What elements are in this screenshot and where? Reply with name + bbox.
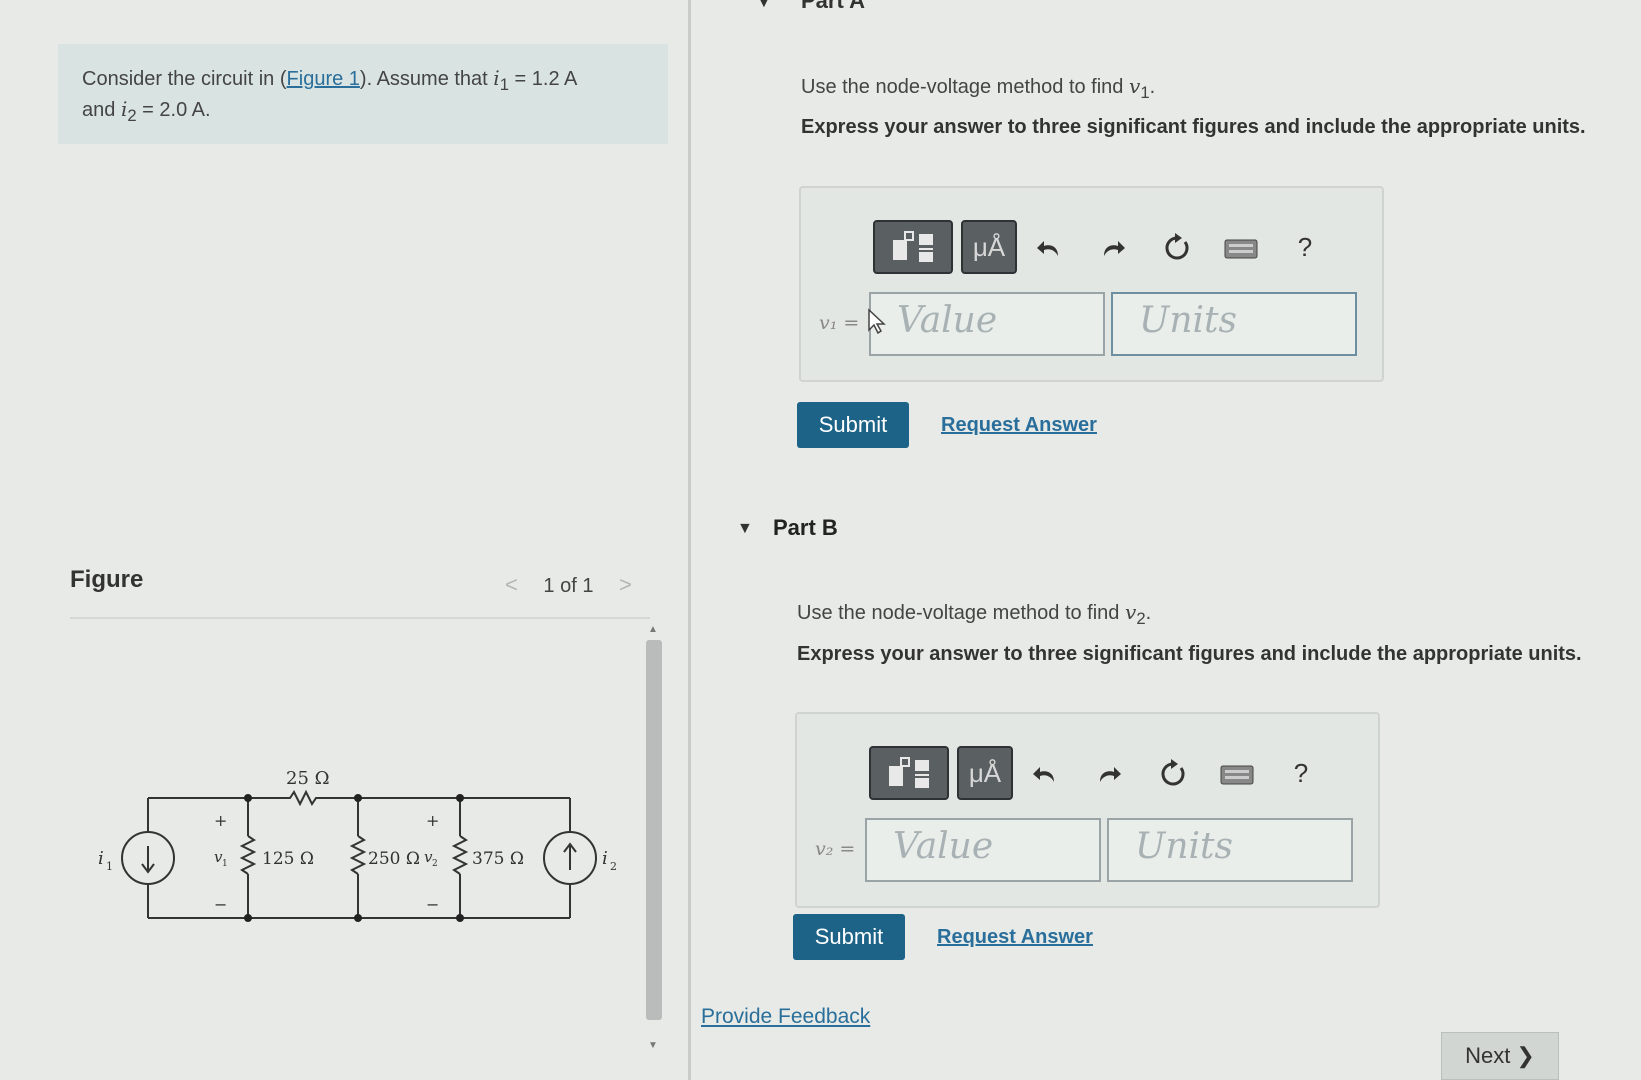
v1-units-input[interactable]: Units <box>1111 292 1357 356</box>
left-pane: Consider the circuit in (Figure 1). Assu… <box>0 0 688 1080</box>
next-figure-button[interactable]: > <box>619 572 632 598</box>
pager-count: 1 of 1 <box>543 575 594 597</box>
instruction-subscript: 2 <box>1136 609 1146 628</box>
instruction-text: . <box>1149 76 1156 98</box>
v1-minus: − <box>214 895 227 914</box>
r-top-label: 25 Ω <box>286 768 330 789</box>
instruction-text: Use the node-voltage method to find <box>801 76 1129 98</box>
reset-icon[interactable] <box>1145 231 1209 264</box>
undo-icon[interactable] <box>1013 757 1077 789</box>
i2-subscript: 2 <box>127 106 137 125</box>
help-icon[interactable]: ? <box>1269 758 1333 789</box>
part-a-instruction: Use the node-voltage method to find v1. <box>801 74 1155 103</box>
problem-text: ). Assume that <box>359 68 494 90</box>
collapse-triangle-icon[interactable]: ▼ <box>757 0 771 10</box>
part-a-toolbar: μÅ ? <box>873 220 1337 274</box>
part-b-header[interactable]: Part B <box>773 515 838 541</box>
scroll-down-icon[interactable]: ▼ <box>648 1040 658 1051</box>
part-a-answer-box: μÅ ? v₁ = Value Units <box>799 186 1384 382</box>
figure-link[interactable]: Figure 1 <box>287 68 360 90</box>
part-a-request-answer-link[interactable]: Request Answer <box>941 414 1097 437</box>
problem-text: and <box>82 99 121 121</box>
circuit-diagram: 25 Ω 125 Ω 250 Ω 375 Ω i 1 i 2 v 1 v 2 +… <box>98 768 617 922</box>
instruction-text: . <box>1145 602 1152 624</box>
figure-divider <box>70 617 650 619</box>
r1-label: 125 Ω <box>262 849 314 869</box>
v1-plus: + <box>214 811 227 830</box>
problem-statement: Consider the circuit in (Figure 1). Assu… <box>58 44 668 144</box>
help-icon[interactable]: ? <box>1273 232 1337 263</box>
i1-value: = 1.2 A <box>508 68 578 90</box>
instruction-variable: v <box>1125 600 1137 624</box>
chevron-right-icon: ❯ <box>1516 1043 1535 1068</box>
figure-pager: < 1 of 1 > <box>505 572 632 598</box>
figure-title: Figure <box>70 566 144 593</box>
v2-input-label: v₂ = <box>815 838 856 860</box>
part-b-collapse-icon[interactable]: ▼ <box>737 520 753 538</box>
i1-label-sub: 1 <box>106 860 113 873</box>
right-pane: ▼ Part A Use the node-voltage method to … <box>691 0 1641 1080</box>
v2-label-sub: 2 <box>432 859 438 869</box>
prev-figure-button[interactable]: < <box>505 572 518 598</box>
next-label: Next <box>1465 1043 1511 1068</box>
redo-icon[interactable] <box>1081 231 1145 263</box>
v1-input-label: v₁ = <box>819 312 860 334</box>
redo-icon[interactable] <box>1077 757 1141 789</box>
r3-label: 375 Ω <box>472 849 524 869</box>
v2-plus: + <box>426 811 439 830</box>
part-b-submit-button[interactable]: Submit <box>793 914 905 960</box>
templates-icon[interactable] <box>869 746 949 800</box>
v2-units-input[interactable]: Units <box>1107 818 1353 882</box>
part-b-instruction: Use the node-voltage method to find v2. <box>797 600 1151 629</box>
i2-value: = 2.0 A. <box>136 99 211 121</box>
instruction-subscript: 1 <box>1140 83 1150 102</box>
instruction-text: Use the node-voltage method to find <box>797 602 1125 624</box>
instruction-variable: v <box>1129 74 1141 98</box>
part-b-express: Express your answer to three significant… <box>797 643 1582 665</box>
part-a-express: Express your answer to three significant… <box>801 116 1586 138</box>
i1-subscript: 1 <box>499 75 509 94</box>
i2-label-sub: 2 <box>610 860 617 873</box>
next-button[interactable]: Next ❯ <box>1441 1032 1559 1080</box>
part-a-header[interactable]: Part A <box>801 0 865 14</box>
problem-text: Consider the circuit in ( <box>82 68 287 90</box>
templates-icon[interactable] <box>873 220 953 274</box>
keyboard-icon[interactable] <box>1205 757 1269 789</box>
units-icon[interactable]: μÅ <box>961 220 1017 274</box>
r2-label: 250 Ω <box>368 849 420 869</box>
keyboard-icon[interactable] <box>1209 231 1273 263</box>
scroll-up-icon[interactable]: ▲ <box>648 624 658 635</box>
provide-feedback-link[interactable]: Provide Feedback <box>701 1005 870 1029</box>
part-b-answer-box: μÅ ? v₂ = Value Units <box>795 712 1380 908</box>
units-icon[interactable]: μÅ <box>957 746 1013 800</box>
mouse-cursor-icon <box>868 308 886 334</box>
v2-value-input[interactable]: Value <box>865 818 1101 882</box>
part-b-toolbar: μÅ ? <box>869 746 1333 800</box>
part-a-submit-button[interactable]: Submit <box>797 402 909 448</box>
v1-label-sub: 1 <box>222 859 228 869</box>
i2-label: i <box>602 848 608 869</box>
i1-label: i <box>98 848 104 869</box>
undo-icon[interactable] <box>1017 231 1081 263</box>
v1-value-input[interactable]: Value <box>869 292 1105 356</box>
reset-icon[interactable] <box>1141 757 1205 790</box>
v2-minus: − <box>426 895 439 914</box>
part-b-request-answer-link[interactable]: Request Answer <box>937 926 1093 949</box>
